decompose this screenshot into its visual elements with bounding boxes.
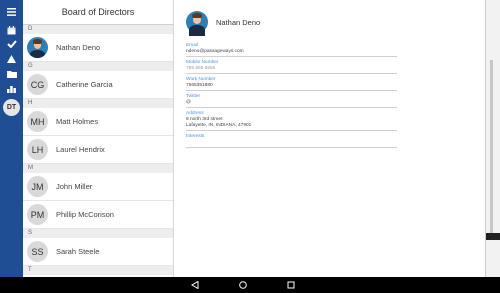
calendar-icon[interactable] (0, 23, 23, 37)
interests-field[interactable]: Interests (186, 134, 397, 148)
detail-contact-name: Nathan Deno (216, 17, 261, 27)
list-title: Board of Directors (23, 0, 173, 25)
contact-initials-avatar: MH (27, 111, 48, 132)
field-value: 765 555 5555 (186, 66, 216, 71)
contact-name: Catherine Garcia (56, 80, 113, 89)
contact-name: Phillip McCorison (56, 210, 114, 219)
contact-initials-avatar: CG (27, 74, 48, 95)
recents-icon[interactable] (286, 280, 296, 290)
work-number-field[interactable]: Work Number 7565351880 (186, 77, 397, 91)
contact-row-nathan-deno[interactable]: Nathan Deno (23, 34, 173, 62)
contact-row-phillip-mccorison[interactable]: PM Phillip McCorison (23, 201, 173, 229)
section-header-h: H (23, 99, 173, 108)
contact-name: Matt Holmes (56, 117, 99, 126)
field-label: Interests (186, 134, 205, 139)
contact-name: Laurel Hendrix (56, 145, 105, 154)
detail-photo-avatar (186, 11, 208, 36)
contact-initials-avatar: JM (27, 176, 48, 197)
nav-rail: DT (0, 0, 23, 277)
user-avatar[interactable]: DT (3, 99, 20, 116)
contact-initials-avatar: SS (27, 241, 48, 262)
contact-row-matt-holmes[interactable]: MH Matt Holmes (23, 108, 173, 136)
menu-icon[interactable] (0, 5, 23, 19)
background-bar (486, 233, 500, 240)
address-line-2: Lafayette, IN, INDIANA, 47901 (186, 123, 252, 128)
section-header-d: D (23, 25, 173, 34)
address-field[interactable]: Address 8 north 3rd street Lafayette, IN… (186, 111, 397, 131)
back-icon[interactable] (190, 280, 200, 290)
warning-icon[interactable] (0, 52, 23, 66)
contact-list-panel: Board of Directors D Nathan Deno G CG Ca… (23, 0, 174, 277)
contact-row-laurel-hendrix[interactable]: LH Laurel Hendrix (23, 136, 173, 164)
section-header-m: M (23, 164, 173, 173)
home-icon[interactable] (238, 280, 248, 290)
mobile-number-field[interactable]: Mobile Number 765 555 5555 (186, 60, 397, 74)
section-header-t: T (23, 266, 173, 275)
contact-name: Nathan Deno (56, 43, 101, 52)
contact-photo-avatar (27, 37, 48, 58)
background-app-strip (485, 0, 500, 277)
contact-name: John Miller (56, 182, 93, 191)
folder-icon[interactable] (0, 67, 23, 81)
email-field[interactable]: Email ndeno@passageways.com (186, 43, 397, 57)
detail-header: Nathan Deno (186, 11, 261, 36)
contact-row-sarah-steele[interactable]: SS Sarah Steele (23, 238, 173, 266)
app-window: DT Board of Directors D Nathan Deno G CG… (0, 0, 500, 293)
scrollbar[interactable] (490, 60, 493, 240)
system-nav-bar (0, 277, 500, 293)
field-value: @ (186, 100, 191, 105)
contact-initials-avatar: LH (27, 139, 48, 160)
twitter-field[interactable]: Twitter @ (186, 94, 397, 108)
contact-row-catherine-garcia[interactable]: CG Catherine Garcia (23, 71, 173, 99)
chart-icon[interactable] (0, 82, 23, 96)
check-icon[interactable] (0, 37, 23, 51)
contact-detail-panel: Nathan Deno Email ndeno@passageways.com … (174, 0, 485, 277)
field-value: ndeno@passageways.com (186, 49, 244, 54)
contact-name: Sarah Steele (56, 247, 100, 256)
section-header-g: G (23, 62, 173, 71)
contact-row-john-miller[interactable]: JM John Miller (23, 173, 173, 201)
field-value: 7565351880 (186, 83, 213, 88)
contact-initials-avatar: PM (27, 204, 48, 225)
section-header-s: S (23, 229, 173, 238)
